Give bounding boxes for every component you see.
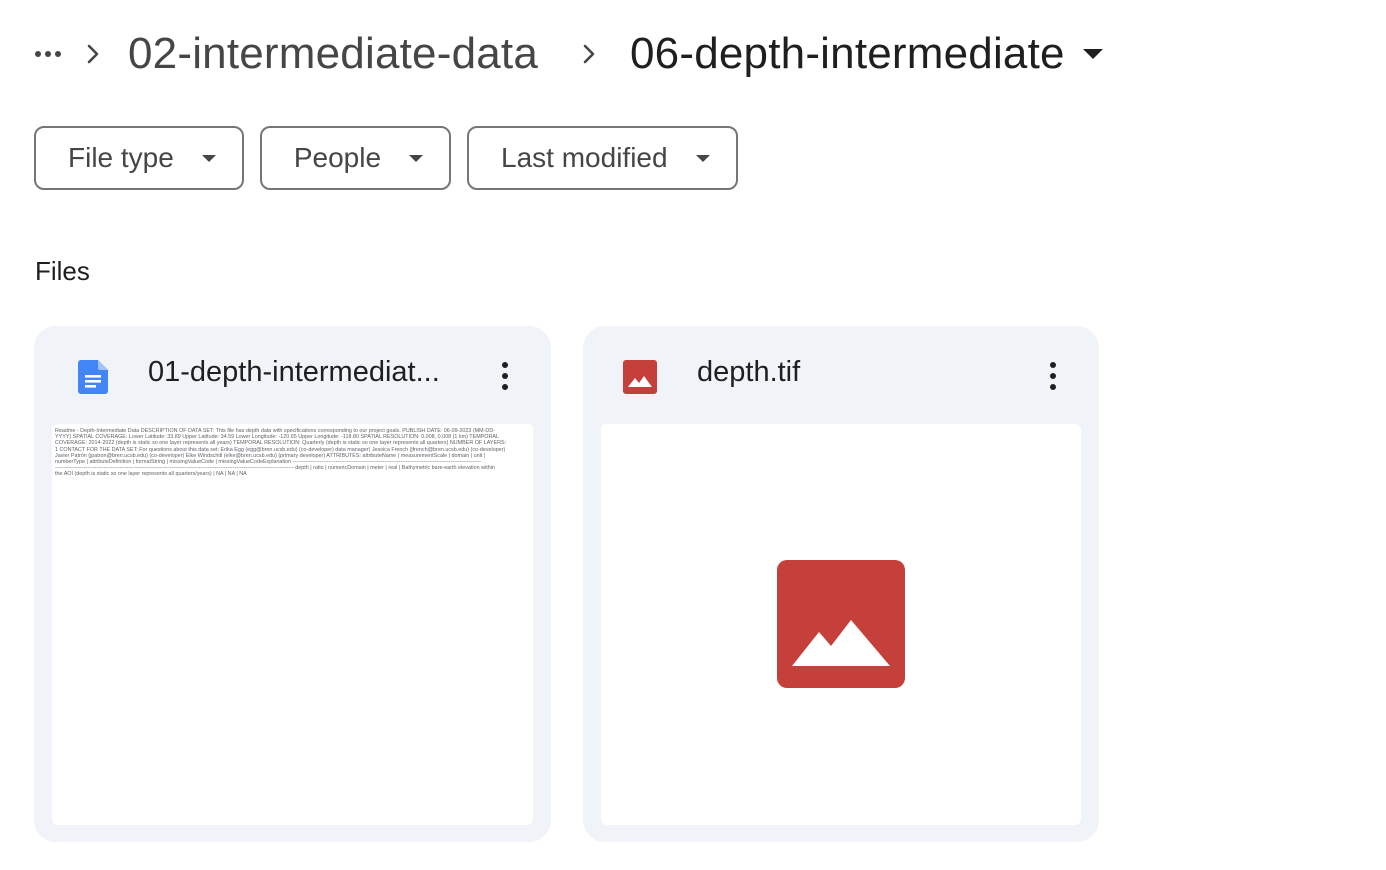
document-preview-text: Readme - Depth-Intermediate Data DESCRIP… [52,424,533,482]
filter-label: People [293,142,382,173]
files-section-heading: Files [35,256,90,286]
file-type-filter[interactable]: File type [34,126,244,190]
caret-down-icon [1082,49,1103,59]
file-thumbnail[interactable] [601,424,1081,825]
image-file-icon [623,360,657,394]
filter-label: File type [68,142,174,173]
breadcrumb-parent-folder[interactable]: 02-intermediate-data [118,29,548,79]
current-folder-label: 06-depth-intermediate [630,29,1065,78]
file-title[interactable]: 01-depth-intermediat... [148,356,458,389]
preview-line: COVERAGE: 2014-2022 (depth is static so … [55,440,507,447]
file-card-doc[interactable]: 01-depth-intermediat... Readme - Depth-I… [34,326,551,842]
preview-line: 1 CONTACT FOR THE DATA SET: For question… [55,446,506,453]
image-placeholder-icon [777,560,905,688]
people-filter[interactable]: People [259,126,452,190]
filter-bar: File type People Last modified [34,126,738,190]
more-vert-icon[interactable] [491,356,519,396]
file-card-header: 01-depth-intermediat... [34,326,551,424]
preview-line: the AOI (depth is static so one layer re… [55,471,247,478]
breadcrumb-current-folder[interactable]: 06-depth-intermediate [620,29,1113,79]
caret-down-icon [409,154,424,162]
more-horiz-icon[interactable] [28,34,68,74]
chevron-right-icon [68,34,118,74]
chevron-right-icon [564,34,614,74]
breadcrumb: 02-intermediate-data 06-depth-intermedia… [28,22,1113,86]
last-modified-filter[interactable]: Last modified [467,126,738,190]
caret-down-icon [201,154,216,162]
file-card-header: depth.tif [583,326,1099,424]
file-title[interactable]: depth.tif [697,356,997,389]
google-docs-icon [78,360,110,394]
more-vert-icon[interactable] [1039,356,1067,396]
file-card-image[interactable]: depth.tif [583,326,1099,842]
filter-label: Last modified [501,142,668,173]
caret-down-icon [695,154,710,162]
file-thumbnail[interactable]: Readme - Depth-Intermediate Data DESCRIP… [52,424,533,825]
